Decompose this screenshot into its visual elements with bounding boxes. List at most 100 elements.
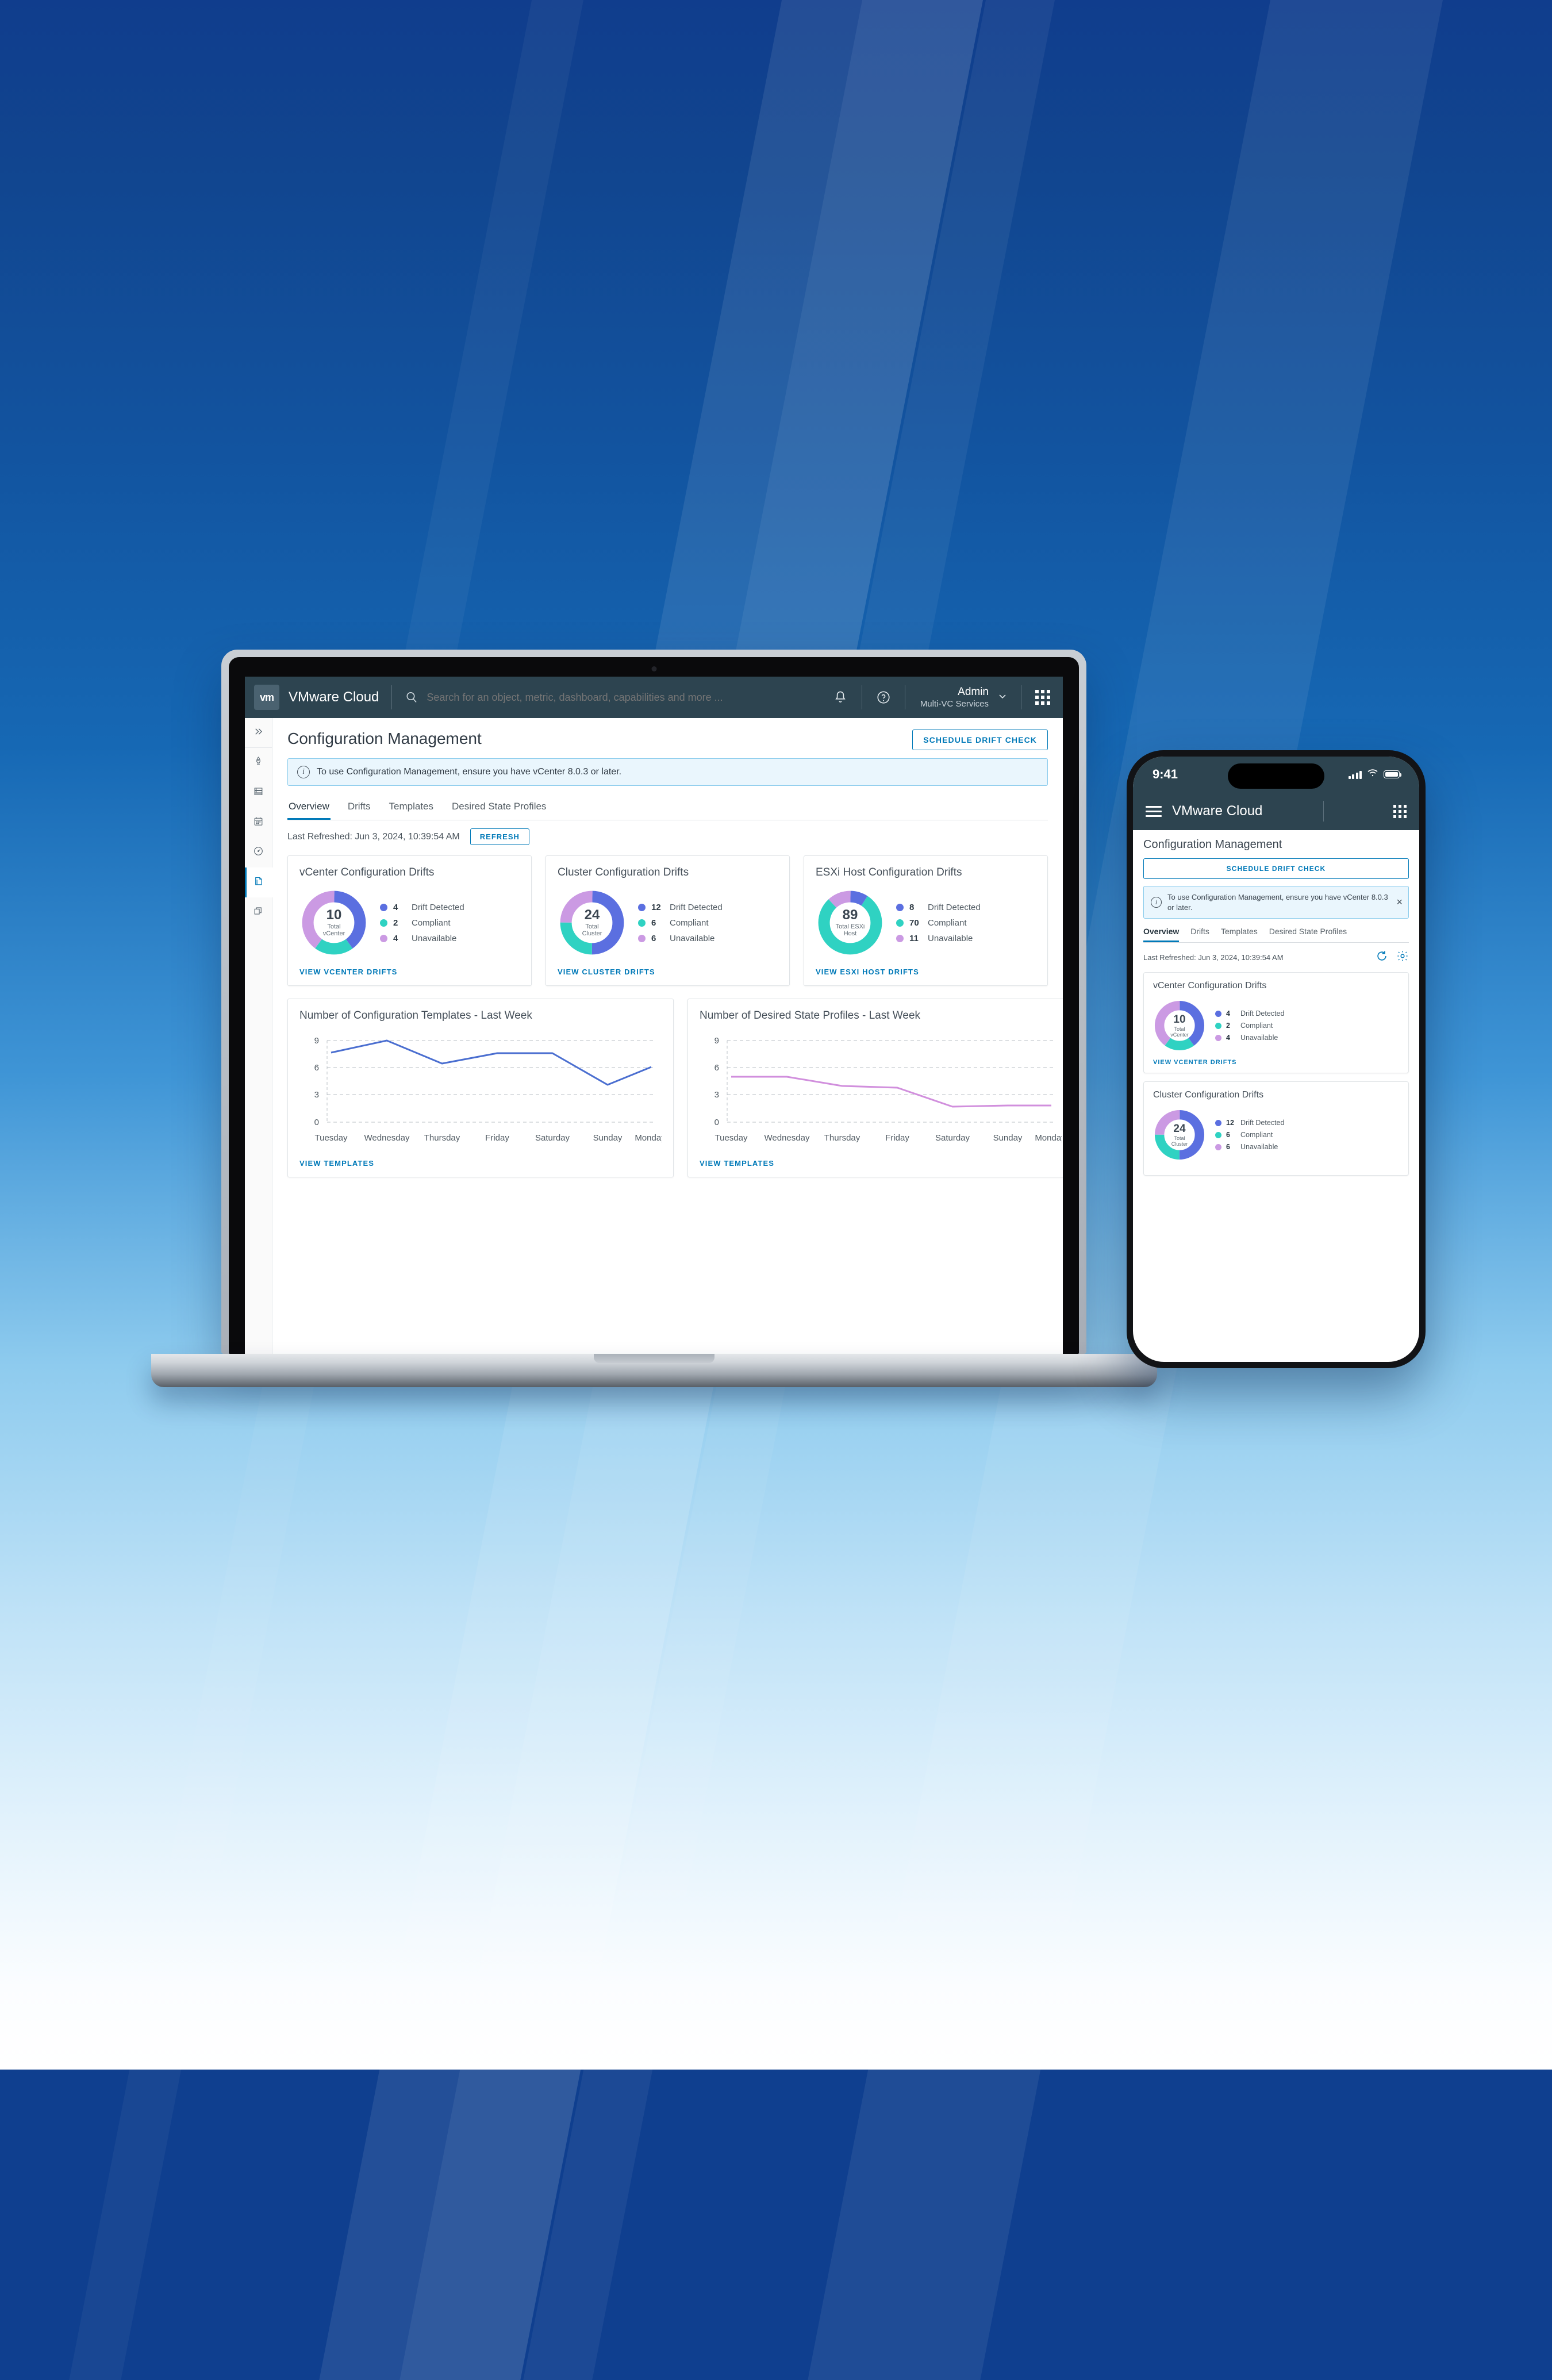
view-templates-link[interactable]: VIEW TEMPLATES [299, 1159, 662, 1168]
phone-content: Configuration Management SCHEDULE DRIFT … [1133, 830, 1419, 1192]
legend-color-swatch [1215, 1010, 1221, 1017]
user-name: Admin [958, 685, 989, 698]
search-input[interactable] [427, 691, 820, 704]
phone-tab-drifts[interactable]: Drifts [1190, 927, 1209, 942]
phone-device: 9:41 VMware Cloud Configuration Manageme… [1127, 750, 1426, 1368]
desktop-body: SCHEDULE DRIFT CHECK Configuration Manag… [245, 718, 1063, 1354]
svg-text:3: 3 [714, 1090, 719, 1100]
legend-item: 8 Drift Detected [896, 903, 981, 912]
schedule-drift-check-button[interactable]: SCHEDULE DRIFT CHECK [912, 730, 1048, 750]
legend-value: 4 [393, 933, 398, 943]
wifi-icon [1367, 769, 1378, 780]
sidebar-item-lifecycle[interactable] [245, 897, 272, 927]
info-alert: i To use Configuration Management, ensur… [287, 758, 1048, 786]
phone-tab-overview[interactable]: Overview [1143, 927, 1180, 943]
donut-label-2: Cluster [582, 930, 602, 938]
donut-label-2: Host [843, 930, 857, 938]
legend-label: Unavailable [670, 933, 715, 943]
gear-icon[interactable] [1396, 950, 1409, 965]
svg-text:Sunday: Sunday [593, 1133, 623, 1143]
divider [1323, 801, 1324, 822]
bell-icon[interactable] [820, 677, 860, 718]
legend-item: 6 Compliant [1215, 1131, 1284, 1139]
help-icon[interactable] [863, 677, 904, 718]
donut-legend: 4 Drift Detected 2 Compliant 4 Unavailab… [380, 903, 464, 943]
brand-title: VMware Cloud [289, 689, 379, 705]
sidebar-item-performance[interactable] [245, 838, 272, 867]
tab-overview[interactable]: Overview [287, 799, 331, 820]
line-chart-svg: 9 6 3 0 Tuesday Wednesday Thursday Frida… [714, 1036, 1063, 1143]
view-esxi-host-drifts-link[interactable]: VIEW ESXI HOST DRIFTS [816, 968, 1036, 976]
legend-label: Compliant [928, 918, 967, 928]
last-refreshed-text: Last Refreshed: Jun 3, 2024, 10:39:54 AM [287, 831, 460, 842]
donut-label-1: Total ESXi [835, 923, 865, 931]
view-templates-link[interactable]: VIEW TEMPLATES [700, 1159, 1062, 1168]
legend-label: Compliant [412, 918, 451, 928]
layers-copy-icon [253, 905, 264, 919]
legend-color-swatch [638, 934, 646, 942]
app-grid-icon[interactable] [1393, 804, 1407, 818]
laptop-device: vm VMware Cloud Search for an object, me… [151, 650, 1157, 1387]
legend-label: Drift Detected [412, 902, 464, 912]
donut-legend: 8 Drift Detected 70 Compliant 11 Unavail… [896, 903, 981, 943]
chart-title: Number of Desired State Profiles - Last … [700, 1009, 921, 1022]
phone-donut-chart-vcenter: 10 Total vCenter [1153, 999, 1206, 1052]
phone-view-vcenter-drifts-link[interactable]: VIEW VCENTER DRIFTS [1153, 1059, 1399, 1066]
phone-tab-desired-state-profiles[interactable]: Desired State Profiles [1269, 927, 1347, 942]
legend-label: Drift Detected [928, 902, 981, 912]
view-cluster-drifts-link[interactable]: VIEW CLUSTER DRIFTS [558, 968, 778, 976]
rocket-icon [253, 756, 264, 770]
legend-item: 70 Compliant [896, 918, 981, 928]
refresh-button[interactable]: REFRESH [470, 828, 529, 845]
phone-screen: 9:41 VMware Cloud Configuration Manageme… [1133, 757, 1419, 1362]
tab-desired-state-profiles[interactable]: Desired State Profiles [451, 799, 547, 820]
phone-schedule-drift-check-button[interactable]: SCHEDULE DRIFT CHECK [1143, 858, 1409, 879]
sidebar-item-expand-nav[interactable] [245, 718, 272, 748]
legend-value: 70 [909, 918, 919, 928]
chevron-down-icon [997, 690, 1008, 705]
donut-label-1: Total [1174, 1026, 1185, 1032]
legend-color-swatch [1215, 1034, 1221, 1041]
tab-drifts[interactable]: Drifts [347, 799, 372, 820]
phone-donut-legend: 12 Drift Detected 6 Compliant 6 Unavaila… [1215, 1119, 1284, 1151]
user-menu[interactable]: Admin Multi-VC Services [906, 685, 1020, 710]
hamburger-menu-icon[interactable] [1146, 805, 1162, 817]
legend-color-swatch [380, 903, 387, 911]
laptop-screen: vm VMware Cloud Search for an object, me… [229, 657, 1079, 1354]
info-icon: i [1151, 897, 1162, 908]
legend-label: Compliant [1240, 1131, 1273, 1139]
dynamic-island [1228, 763, 1324, 789]
donut-label-2: vCenter [1170, 1031, 1189, 1038]
tab-templates[interactable]: Templates [388, 799, 435, 820]
svg-text:Tuesday: Tuesday [315, 1133, 348, 1143]
sidebar-item-configuration-management[interactable] [245, 867, 272, 897]
donut-label-1: Total [1174, 1135, 1185, 1141]
phone-tab-templates[interactable]: Templates [1221, 927, 1258, 942]
topbar-actions: Admin Multi-VC Services [820, 677, 1063, 718]
sidebar-item-inventory[interactable] [245, 778, 272, 808]
legend-item: 4 Drift Detected [380, 903, 464, 912]
view-vcenter-drifts-link[interactable]: VIEW VCENTER DRIFTS [299, 968, 520, 976]
legend-label: Compliant [670, 918, 709, 928]
app-grid-icon[interactable] [1023, 677, 1063, 718]
sidebar-item-scheduler[interactable] [245, 808, 272, 838]
legend-value: 12 [651, 902, 661, 912]
legend-value: 4 [1226, 1009, 1230, 1018]
legend-color-swatch [1215, 1022, 1221, 1029]
close-icon[interactable]: × [1396, 895, 1403, 909]
sidebar-item-launchpad[interactable] [245, 748, 272, 778]
tab-bar: Overview Drifts Templates Desired State … [287, 799, 1048, 820]
refresh-icon[interactable] [1376, 950, 1388, 965]
svg-text:6: 6 [714, 1063, 719, 1073]
legend-item: 6 Compliant [638, 918, 723, 928]
divider [391, 685, 393, 709]
phone-card-cluster-drifts: Cluster Configuration Drifts 24 Total Cl… [1143, 1081, 1409, 1176]
donut-cards-row: vCenter Configuration Drifts 10 Total vC… [287, 855, 1048, 986]
legend-color-swatch [638, 919, 646, 927]
legend-label: Unavailable [1240, 1034, 1278, 1042]
legend-label: Unavailable [1240, 1143, 1278, 1151]
svg-text:Thursday: Thursday [824, 1133, 860, 1143]
legend-item: 6 Unavailable [638, 934, 723, 943]
search-container[interactable] [405, 690, 820, 704]
chart-title: Number of Configuration Templates - Last… [299, 1009, 532, 1022]
